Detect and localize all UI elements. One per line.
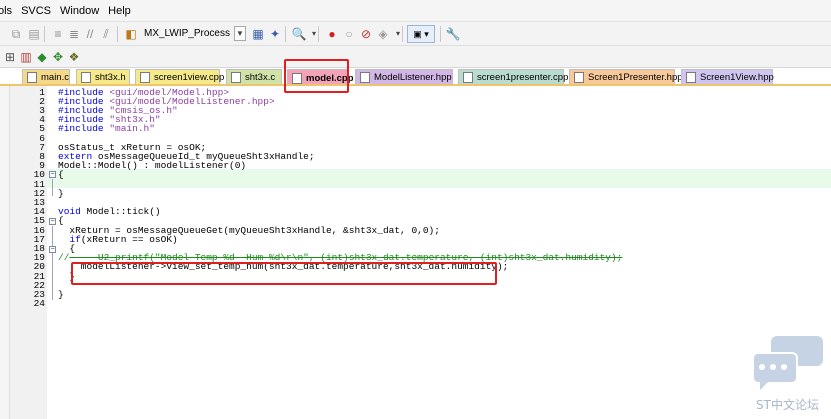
code-line[interactable]: } — [58, 288, 64, 300]
tab-label: screen1presenter.cpp — [477, 72, 569, 83]
file-icon — [360, 72, 370, 83]
fold-guide — [52, 179, 53, 196]
menu-bar: ols SVCS Window Help — [0, 0, 831, 22]
copy-icon[interactable]: ⧉ — [8, 26, 24, 42]
dot — [781, 364, 787, 370]
fold-toggle-icon[interactable]: − — [49, 171, 56, 178]
view-icon: ▣ ▾ — [413, 28, 429, 39]
code-token: } — [58, 187, 64, 199]
tab-sht3x-h[interactable]: sht3x.h — [76, 69, 130, 85]
tab-label: main.c — [41, 72, 69, 83]
menu-window[interactable]: Window — [60, 0, 99, 22]
file-icon — [231, 72, 241, 83]
file-icon — [27, 72, 37, 83]
menu-help[interactable]: Help — [108, 0, 131, 22]
file-icon — [81, 72, 91, 83]
dot — [770, 364, 776, 370]
toolbar-separator — [402, 26, 403, 42]
toolbar-separator — [44, 26, 45, 42]
kill-bp-icon[interactable]: ◈ — [375, 26, 391, 42]
wrench-icon[interactable]: 🔧 — [445, 26, 461, 42]
highlight-box-code — [71, 262, 497, 285]
breakpoint-icon[interactable]: ● — [324, 26, 340, 42]
code-line[interactable]: #include "main.h" — [58, 123, 155, 135]
file-icon — [463, 72, 473, 83]
watermark-bubble-tail — [760, 382, 768, 390]
toolbar-separator — [285, 26, 286, 42]
gear-package-icon[interactable]: ❖ — [66, 49, 82, 65]
view-button[interactable]: ▣ ▾ — [407, 25, 435, 43]
code-line[interactable]: { — [58, 169, 64, 181]
indent-icon[interactable]: ≡ — [50, 26, 66, 42]
fold-guide — [52, 226, 53, 300]
paste-icon[interactable]: ▤ — [26, 26, 42, 42]
tab-sht3x-c[interactable]: sht3x.c — [226, 69, 282, 85]
tab-screen1presenter-cpp[interactable]: screen1presenter.cpp — [458, 69, 568, 85]
editor-left-margin — [0, 86, 10, 419]
watermark-dots — [759, 364, 787, 370]
fold-toggle-icon[interactable]: − — [49, 246, 56, 253]
current-line-highlight — [47, 168, 831, 188]
code-line[interactable]: Model::Model() : modelListener(0) — [58, 160, 247, 172]
dot — [759, 364, 765, 370]
disable-bp-icon[interactable]: ○ — [341, 26, 357, 42]
tab-modellistener-hpp[interactable]: ModelListener.hpp — [355, 69, 453, 85]
highlight-box-tab — [284, 59, 349, 93]
tab-screen1view-cpp[interactable]: screen1view.cpp — [135, 69, 224, 85]
tab-screen1view-hpp[interactable]: Screen1View.hpp — [681, 69, 774, 85]
tab-label: Screen1View.hpp — [700, 72, 774, 83]
code-token: { — [58, 169, 64, 181]
target-select[interactable]: MX_LWIP_Process — [142, 25, 234, 43]
code-line[interactable]: } — [58, 187, 64, 199]
tab-label: sht3x.c — [245, 72, 276, 83]
line-number: 24 — [33, 298, 45, 310]
toolbar-main: ⧉ ▤ ≡ ≣ // ⫽ ◧ MX_LWIP_Process ▼ ▦ ✦ 🔍 ▾… — [0, 22, 831, 46]
code-token: #include — [58, 123, 110, 135]
code-token: Model::Model() : modelListener(0) — [58, 160, 247, 172]
toolbar-separator — [440, 26, 441, 42]
code-token: } — [58, 288, 64, 300]
file-icon — [140, 72, 150, 83]
line-number-gutter: 1 2 3 4 5 6 7 8 9 10 11 12 13 14 15 16 17 18 19 20 21 22 23 24 — [10, 86, 47, 419]
fold-toggle-icon[interactable]: − — [49, 218, 56, 225]
code-line[interactable]: void Model::tick() — [58, 206, 161, 218]
code-token: Model::tick() — [80, 206, 161, 218]
green-diamond-icon[interactable]: ◆ — [34, 49, 50, 65]
unindent-icon[interactable]: ≣ — [66, 26, 82, 42]
chevron-down-icon[interactable]: ▾ — [306, 26, 322, 42]
file-config-icon[interactable]: ▦ — [250, 26, 266, 42]
file-icon — [574, 72, 584, 83]
project-icon[interactable]: ⊞ — [2, 49, 18, 65]
tab-label: screen1view.cpp — [154, 72, 225, 83]
file-icon — [686, 72, 696, 83]
books-icon[interactable]: ▥ — [18, 49, 34, 65]
chevron-down-icon[interactable]: ▾ — [390, 26, 406, 42]
menu-tools[interactable]: ols — [0, 0, 12, 22]
tab-screen1presenter-hpp[interactable]: Screen1Presenter.hpp — [569, 69, 683, 85]
watermark-text: ST中文论坛 — [756, 398, 819, 412]
menu-svcs[interactable]: SVCS — [21, 0, 51, 22]
toolbar-project: ⊞ ▥ ◆ ✥ ❖ — [0, 46, 831, 68]
target-options-icon[interactable]: ◧ — [123, 26, 139, 42]
manage-icon[interactable]: ✦ — [267, 26, 283, 42]
toolbar-separator — [318, 26, 319, 42]
code-token: "main.h" — [109, 123, 155, 135]
tab-label: Screen1Presenter.hpp — [588, 72, 683, 83]
clear-bp-icon[interactable]: ⊘ — [358, 26, 374, 42]
uncomment-icon[interactable]: ⫽ — [98, 26, 114, 42]
code-token: (xReturn == osOK) — [80, 233, 178, 245]
code-line[interactable]: if(xReturn == osOK) — [58, 233, 178, 245]
tab-label: sht3x.h — [95, 72, 126, 83]
green-arrows-icon[interactable]: ✥ — [50, 49, 66, 65]
dropdown-arrow-icon[interactable]: ▼ — [234, 26, 246, 41]
tab-label: ModelListener.hpp — [374, 72, 452, 83]
zoom-icon[interactable]: 🔍 — [291, 26, 307, 42]
editor-tabs: main.c sht3x.h screen1view.cpp sht3x.c m… — [0, 68, 831, 86]
comment-icon[interactable]: // — [82, 26, 98, 42]
tab-main-c[interactable]: main.c — [22, 69, 70, 85]
toolbar-separator — [117, 26, 118, 42]
